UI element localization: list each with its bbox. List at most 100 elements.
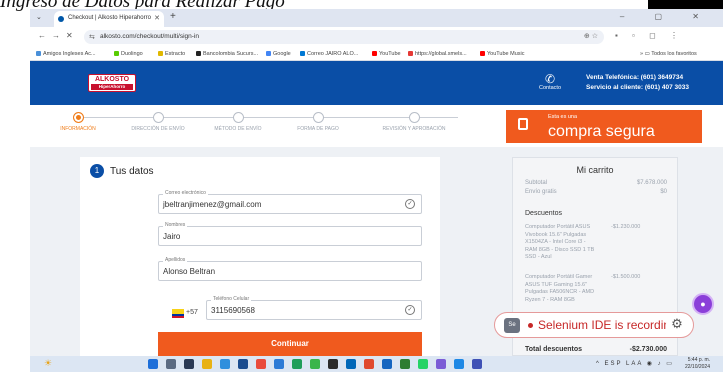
total-discounts-row: Total descuentos -$2.730.000: [525, 346, 667, 353]
app-icon[interactable]: [328, 359, 338, 369]
phone-field[interactable]: Teléfono Celular 3115690568 ✓: [206, 296, 422, 320]
selenium-icon: Se: [504, 318, 520, 333]
whatsapp-icon[interactable]: [418, 359, 428, 369]
language-indicator: ESP LAA: [604, 361, 644, 367]
back-icon[interactable]: ←: [38, 31, 46, 40]
forward-icon[interactable]: →: [52, 31, 60, 40]
colombia-flag-icon[interactable]: [172, 309, 184, 318]
continue-button[interactable]: Continuar: [158, 332, 422, 356]
new-tab-icon[interactable]: +: [170, 11, 176, 22]
logo-main: ALKOSTO: [94, 76, 130, 83]
surname-label: Apellidos: [163, 257, 188, 263]
bookmark-item[interactable]: Correo JAIRO ALO...: [300, 51, 358, 57]
close-icon[interactable]: ✕: [154, 14, 160, 22]
item-price: -$1.500.000: [611, 274, 641, 280]
task-view-icon[interactable]: [184, 359, 194, 369]
subtotal-label: Subtotal: [525, 180, 548, 186]
app-icon[interactable]: [472, 359, 482, 369]
url-text: alkosto.com/checkout/multi/sign-in: [100, 33, 199, 40]
site-info-icon[interactable]: ⇆: [89, 33, 95, 41]
stop-icon[interactable]: ✕: [66, 31, 73, 40]
step-circle: [408, 112, 420, 123]
store-icon[interactable]: [220, 359, 230, 369]
email-field[interactable]: Correo electrónico jbeltranjimenez@gmail…: [158, 190, 422, 214]
gear-icon[interactable]: ⚙: [666, 313, 688, 335]
check-icon: ✓: [405, 305, 415, 315]
bookmark-item[interactable]: YouTube: [372, 51, 401, 57]
bookmark-item[interactable]: Estracto: [158, 51, 185, 57]
name-field[interactable]: Nombres Jairo: [158, 222, 422, 246]
bookmark-item[interactable]: YouTube Music: [480, 51, 525, 57]
service-phone: Servicio al cliente: (601) 407 3033: [586, 84, 689, 91]
tab-search-icon[interactable]: ⌄: [36, 13, 42, 21]
item-description: Computador Portátil Gamer ASUS TUF Gamin…: [525, 274, 595, 303]
secure-purchase-banner: Esta es una compra segura: [506, 110, 702, 143]
name-value: Jairo: [163, 232, 181, 241]
name-label: Nombres: [163, 222, 188, 228]
bookmark-item[interactable]: Google: [266, 51, 291, 57]
tab-checkout[interactable]: Checkout | Alkosto Hiperahorro ✕: [54, 11, 164, 27]
clock[interactable]: 5:44 p. m. 22/10/2024: [670, 357, 710, 371]
start-icon[interactable]: [148, 359, 158, 369]
bookmark-item[interactable]: Duolingo: [114, 51, 143, 57]
browser-window: ⌄ Checkout | Alkosto Hiperahorro ✕ + – ▢…: [30, 9, 723, 356]
tab-title: Checkout | Alkosto Hiperahorro: [68, 15, 151, 21]
clock-time: 5:44 p. m.: [687, 357, 710, 363]
file-explorer-icon[interactable]: [202, 359, 212, 369]
shipping-value: $0: [660, 189, 667, 195]
step-circle: [72, 112, 84, 123]
edge-icon[interactable]: [274, 359, 284, 369]
email-label: Correo electrónico: [163, 190, 208, 196]
search-icon[interactable]: [166, 359, 176, 369]
tab-bar: ⌄ Checkout | Alkosto Hiperahorro ✕ + – ▢…: [30, 9, 723, 27]
system-tray[interactable]: ^ ESP LAA ◉ ♪ ▭: [596, 360, 674, 367]
all-bookmarks[interactable]: » ▭ Todos los favoritos: [640, 51, 697, 57]
subtotal-row: Subtotal $7.678.000: [525, 180, 667, 186]
favicon-icon: [58, 16, 64, 22]
office-icon[interactable]: [364, 359, 374, 369]
surname-value: Alonso Beltran: [163, 267, 216, 276]
bookmark-item[interactable]: Amigos Ingleses Ac...: [36, 51, 96, 57]
app-icon[interactable]: [292, 359, 302, 369]
item-price: -$1.230.000: [611, 224, 641, 230]
window-controls[interactable]: – ▢ ✕: [620, 12, 713, 21]
extension-icons[interactable]: ▪ ▫ ◻ ⋮: [615, 31, 684, 40]
personal-data-form: 1 Tus datos Correo electrónico jbeltranji…: [80, 157, 440, 356]
surname-field[interactable]: Apellidos Alonso Beltran: [158, 257, 422, 281]
step-informacion: Información: [38, 112, 118, 132]
bookmark-star-icon[interactable]: ⊕ ☆: [584, 32, 598, 40]
bookmark-item[interactable]: https://global.smels...: [408, 51, 467, 57]
step-circle: [312, 112, 324, 123]
app-icon[interactable]: [454, 359, 464, 369]
lock-icon: [518, 118, 528, 130]
shipping-row: Envío gratis $0: [525, 189, 667, 195]
app-icon[interactable]: [256, 359, 266, 369]
taskbar: ☀ ^ ESP LAA ◉ ♪ ▭ 5:44 p. m. 22/10/2024: [30, 356, 723, 372]
step-revision: Revisión y aprobación: [364, 112, 464, 132]
address-bar[interactable]: ⇆ alkosto.com/checkout/multi/sign-in ⊕ ☆: [84, 30, 604, 44]
app-icon[interactable]: [382, 359, 392, 369]
app-icon[interactable]: [436, 359, 446, 369]
assistant-fab-icon[interactable]: ●: [692, 293, 714, 315]
app-icon[interactable]: [310, 359, 320, 369]
step-circle: [152, 112, 164, 123]
app-icon[interactable]: [346, 359, 356, 369]
selenium-recording-banner[interactable]: Se Selenium IDE is recording...: [494, 312, 694, 338]
country-code[interactable]: +57: [186, 309, 198, 316]
contact-label: Contacto: [538, 85, 561, 91]
discount-item: Computador Portátil Gamer ASUS TUF Gamin…: [525, 274, 667, 304]
clock-date: 22/10/2024: [684, 364, 710, 370]
sales-phone: Venta Telefónica: (601) 3649734: [586, 74, 684, 81]
form-title: Tus datos: [110, 166, 154, 177]
app-icon[interactable]: [238, 359, 248, 369]
phone-value: 3115690568: [211, 306, 255, 315]
weather-icon[interactable]: ☀: [44, 358, 52, 369]
step-metodo-envio: Método de envío: [198, 112, 278, 132]
alkosto-logo[interactable]: ALKOSTO HiperAhorro: [88, 74, 136, 92]
recording-dot-icon: [528, 323, 533, 328]
discount-item: Computador Portátil ASUS Vivobook 15.6" …: [525, 224, 667, 262]
bookmark-item[interactable]: Bancolombia Sucurs...: [196, 51, 258, 57]
app-icon[interactable]: [400, 359, 410, 369]
contact-link[interactable]: ✆ Contacto: [530, 73, 570, 91]
subtotal-value: $7.678.000: [636, 180, 667, 186]
